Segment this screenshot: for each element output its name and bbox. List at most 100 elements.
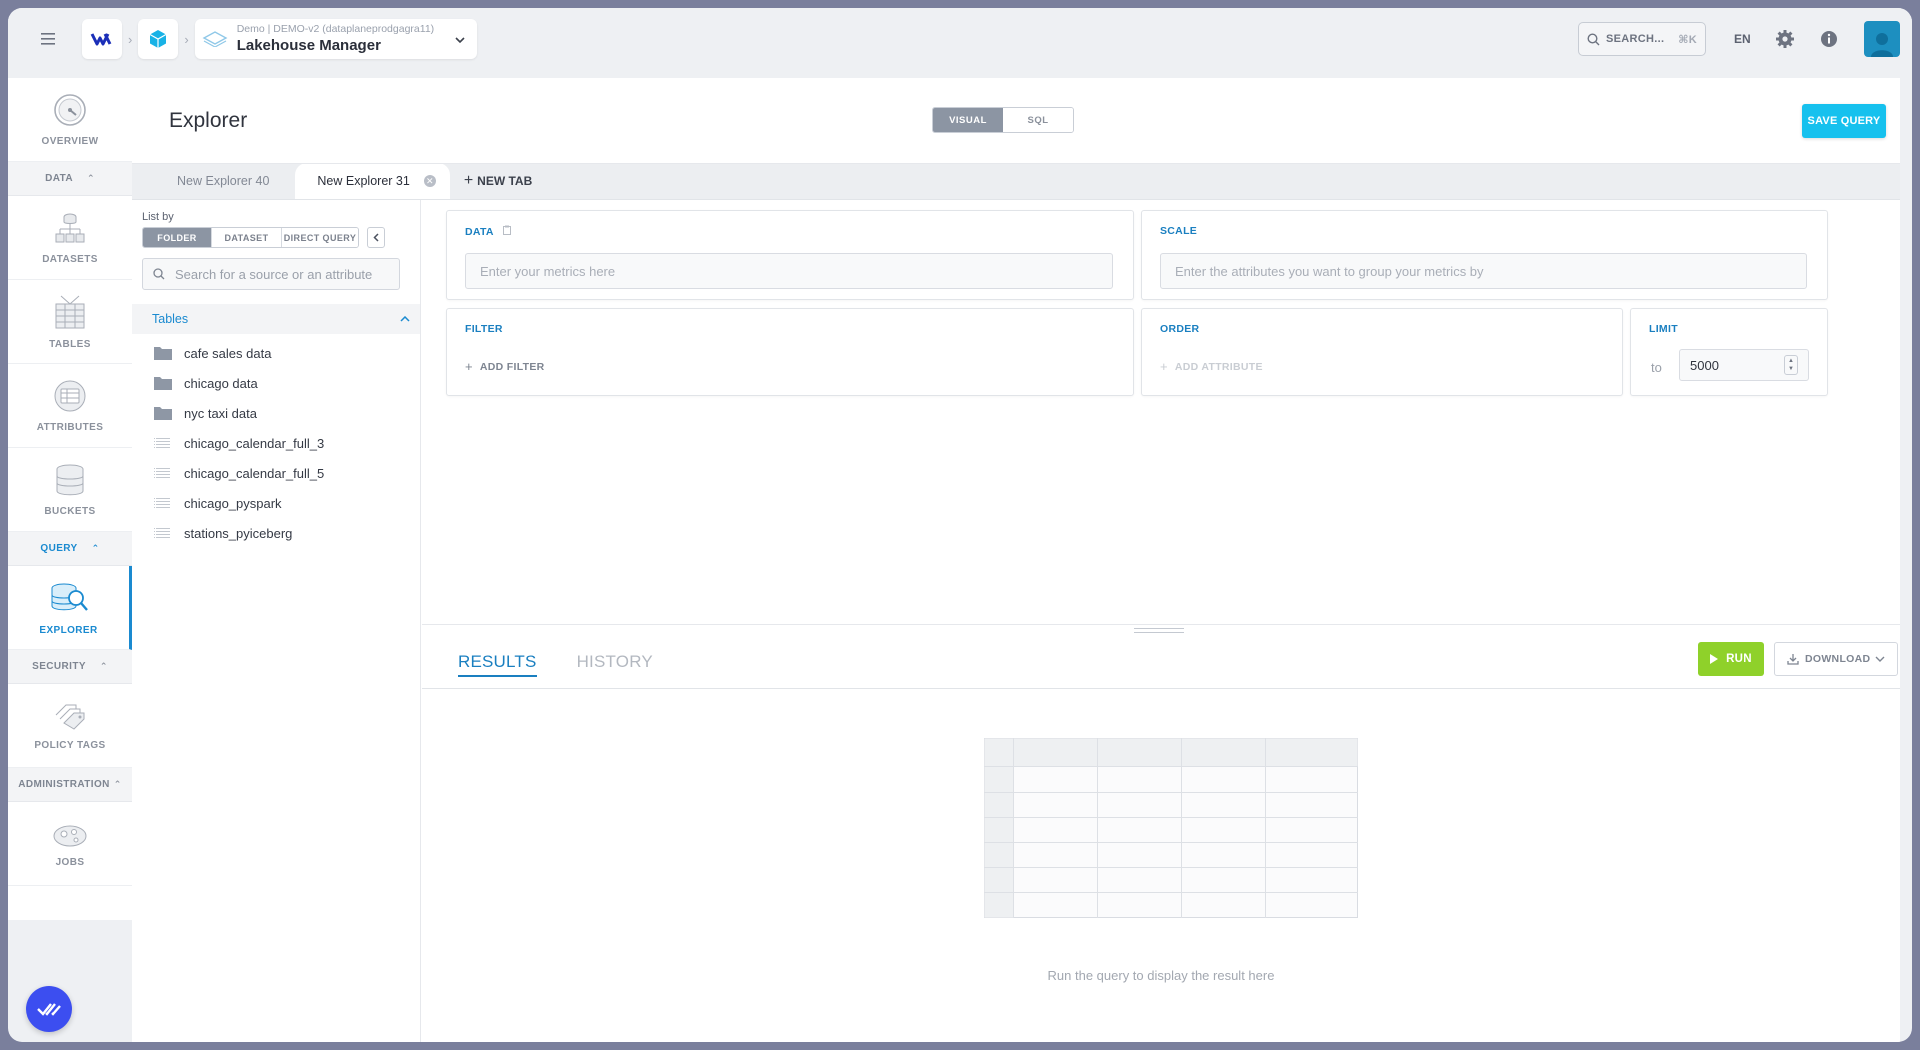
tab-new-explorer-31[interactable]: New Explorer 31 ✕ <box>295 163 450 199</box>
list-by-dataset[interactable]: DATASET <box>212 228 282 247</box>
new-tab-label: NEW TAB <box>477 174 533 188</box>
section-label: ADMINISTRATION <box>18 779 110 790</box>
list-item[interactable]: chicago_calendar_full_3 <box>132 428 420 458</box>
tab-label: New Explorer 31 <box>317 174 410 188</box>
table-list-icon <box>154 527 172 539</box>
folder-name: nyc taxi data <box>184 405 257 421</box>
mode-sql-button[interactable]: SQL <box>1003 108 1073 132</box>
sidebar-item-buckets[interactable]: BUCKETS <box>8 448 132 532</box>
menu-icon[interactable] <box>26 17 70 61</box>
folder-icon <box>154 406 172 420</box>
tables-section-header[interactable]: Tables <box>132 304 420 334</box>
new-tab-button[interactable]: + NEW TAB <box>450 163 546 199</box>
list-item[interactable]: chicago_pyspark <box>132 488 420 518</box>
metrics-input[interactable] <box>480 263 1098 279</box>
list-item[interactable]: nyc taxi data <box>132 398 420 428</box>
global-search-button[interactable]: SEARCH... ⌘K <box>1578 22 1706 56</box>
sidebar-item-datasets[interactable]: DATASETS <box>8 196 132 280</box>
home-logo-icon[interactable] <box>82 19 122 59</box>
tab-results[interactable]: RESULTS <box>458 652 537 677</box>
list-by-folder[interactable]: FOLDER <box>143 228 212 247</box>
sidebar-item-tables[interactable]: TABLES <box>8 280 132 364</box>
chevron-up-icon: ⌃ <box>113 779 122 789</box>
pane-divider <box>422 624 1900 626</box>
chevron-up-icon: ⌃ <box>86 173 95 183</box>
sidebar-item-label: JOBS <box>55 856 85 868</box>
info-icon[interactable] <box>1812 22 1846 56</box>
attributes-icon <box>53 379 87 416</box>
search-label: SEARCH... <box>1606 33 1665 45</box>
download-label: DOWNLOAD <box>1805 653 1871 665</box>
group-by-field <box>1160 253 1807 289</box>
order-card: ORDER + ADD ATTRIBUTE <box>1141 308 1623 396</box>
language-selector[interactable]: EN <box>1734 32 1758 46</box>
save-query-button[interactable]: SAVE QUERY <box>1802 104 1886 138</box>
download-icon <box>1787 653 1799 665</box>
tab-new-explorer-40[interactable]: New Explorer 40 <box>132 163 295 199</box>
page-title: Explorer <box>169 108 248 132</box>
table-list-icon <box>154 497 172 509</box>
limit-card: LIMIT to 5000 ▲ ▼ <box>1630 308 1828 396</box>
add-filter-button[interactable]: + ADD FILTER <box>465 359 545 374</box>
lakehouse-icon <box>201 29 229 50</box>
add-attribute-label: ADD ATTRIBUTE <box>1174 360 1263 373</box>
project-selector[interactable]: Demo | DEMO-v2 (dataplaneprodgagra11) La… <box>194 19 477 59</box>
list-item[interactable]: cafe sales data <box>132 338 420 368</box>
search-icon <box>153 268 165 280</box>
folder-icon <box>154 376 172 390</box>
source-search-input[interactable] <box>175 266 385 282</box>
sidebar-section-data[interactable]: DATA ⌃ <box>8 162 132 196</box>
list-by-direct-query[interactable]: DIRECT QUERY <box>282 228 358 247</box>
table-list-icon <box>154 437 172 449</box>
project-title: Lakehouse Manager <box>236 36 381 54</box>
sidebar-item-policy-tags[interactable]: POLICY TAGS <box>8 684 132 768</box>
add-attribute-button[interactable]: + ADD ATTRIBUTE <box>1160 359 1263 374</box>
download-button[interactable]: DOWNLOAD <box>1774 642 1898 676</box>
table-name: chicago_calendar_full_5 <box>184 465 325 481</box>
app-cube-icon[interactable] <box>138 19 179 59</box>
top-bar: › › Demo | DEMO-v2 (dataplaneprodgagra11… <box>8 8 1912 70</box>
sidebar-section-security[interactable]: SECURITY ⌃ <box>8 650 132 684</box>
limit-value: 5000 <box>1690 357 1719 373</box>
sidebar-item-explorer[interactable]: EXPLORER <box>8 566 132 650</box>
jobs-icon <box>52 820 88 851</box>
list-item[interactable]: chicago data <box>132 368 420 398</box>
chevron-up-icon: ⌃ <box>91 543 100 553</box>
sidebar: OVERVIEW DATA ⌃ DATASETS TABLES ATTRIBUTE… <box>8 78 132 920</box>
plus-icon: + <box>463 172 474 189</box>
sidebar-item-label: POLICY TAGS <box>34 739 106 751</box>
list-item[interactable]: stations_pyiceberg <box>132 518 420 548</box>
gear-icon[interactable] <box>1768 22 1802 56</box>
order-title: ORDER <box>1160 323 1200 335</box>
clipboard-icon[interactable] <box>502 225 511 238</box>
sidebar-section-administration[interactable]: ADMINISTRATION ⌃ <box>8 768 132 802</box>
sidebar-item-overview[interactable]: OVERVIEW <box>8 78 132 162</box>
dataset-tree-icon <box>53 211 87 248</box>
group-by-input[interactable] <box>1175 263 1792 279</box>
avatar[interactable] <box>1864 21 1900 57</box>
sidebar-item-jobs[interactable]: JOBS <box>8 802 132 886</box>
resize-handle[interactable] <box>1134 628 1184 633</box>
double-check-icon <box>37 1003 61 1016</box>
section-label: QUERY <box>40 543 78 554</box>
mode-visual-button[interactable]: VISUAL <box>933 108 1003 132</box>
filter-title: FILTER <box>465 323 503 335</box>
stepper-icon[interactable]: ▲ ▼ <box>1784 355 1798 375</box>
results-tabs: RESULTS HISTORY <box>458 652 693 677</box>
run-button[interactable]: RUN <box>1698 642 1764 676</box>
empty-results-message: Run the query to display the result here <box>1047 968 1275 983</box>
sidebar-section-query[interactable]: QUERY ⌃ <box>8 532 132 566</box>
data-card: DATA <box>446 210 1134 300</box>
sidebar-item-label: EXPLORER <box>39 624 98 636</box>
close-icon[interactable]: ✕ <box>423 175 436 187</box>
tab-history[interactable]: HISTORY <box>577 652 653 677</box>
search-shortcut: ⌘K <box>1678 33 1697 46</box>
table-name: chicago_calendar_full_3 <box>184 435 325 451</box>
list-item[interactable]: chicago_calendar_full_5 <box>132 458 420 488</box>
collapse-panel-button[interactable] <box>367 227 385 248</box>
limit-input[interactable]: 5000 ▲ ▼ <box>1679 349 1809 381</box>
source-tree: cafe sales data chicago data nyc taxi da… <box>132 338 420 548</box>
assistant-fab-button[interactable] <box>26 986 72 1032</box>
tables-icon <box>53 294 87 333</box>
sidebar-item-attributes[interactable]: ATTRIBUTES <box>8 364 132 448</box>
